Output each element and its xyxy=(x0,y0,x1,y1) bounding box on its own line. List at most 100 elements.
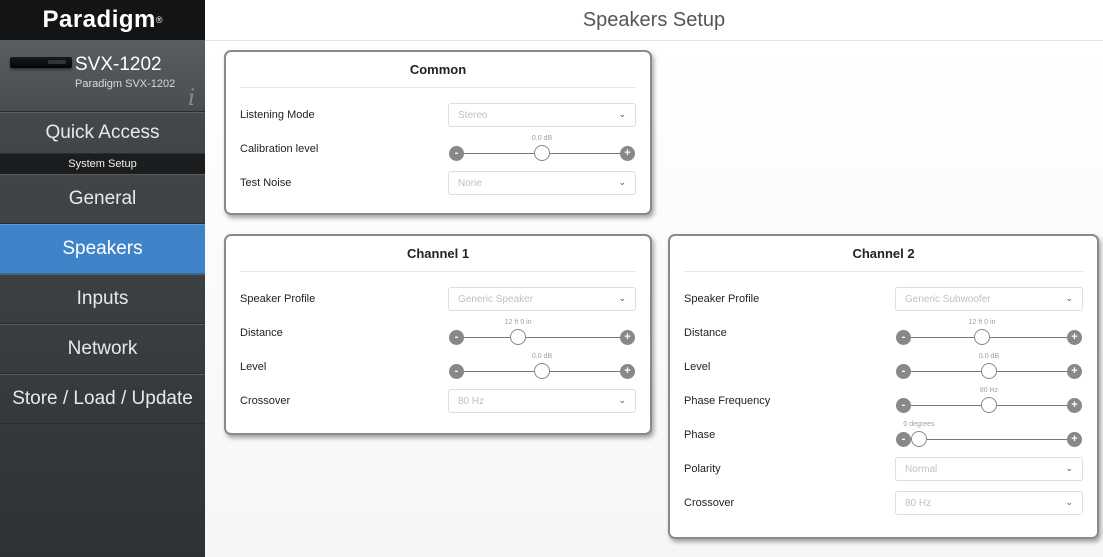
decrease-button[interactable]: - xyxy=(449,146,464,161)
slider-value: 12 ft 0 in xyxy=(504,319,532,326)
label-speaker-profile: Speaker Profile xyxy=(684,293,760,305)
slider-knob[interactable] xyxy=(911,431,927,447)
increase-button[interactable]: + xyxy=(1067,364,1082,379)
listening-mode-value: Stereo xyxy=(458,109,488,121)
slider-value: 12 ft 0 in xyxy=(968,319,996,326)
slider-value: 80 Hz xyxy=(979,387,999,394)
slider-value: 0.0 dB xyxy=(531,353,553,360)
device-subtitle: Paradigm SVX-1202 xyxy=(75,78,176,90)
main-area: Speakers Setup Common Listening Mode Ste… xyxy=(205,0,1103,557)
label-speaker-profile: Speaker Profile xyxy=(240,293,316,305)
label-test-noise: Test Noise xyxy=(240,177,292,189)
speaker-profile-value: Generic Subwoofer xyxy=(905,293,991,305)
slider-value: 0.0 dB xyxy=(531,135,553,142)
info-icon[interactable]: i xyxy=(188,86,195,111)
row-calibration-level: Calibration level 0.0 dB - + xyxy=(240,132,636,166)
slider-knob[interactable] xyxy=(510,329,527,345)
chevron-down-icon: ⌄ xyxy=(1065,463,1073,473)
channel1-panel: Channel 1 Speaker Profile Generic Speake… xyxy=(224,234,652,435)
speaker-profile-value: Generic Speaker xyxy=(458,293,534,305)
slider-knob[interactable] xyxy=(534,145,550,161)
test-noise-value: None xyxy=(458,177,482,189)
page-header: Speakers Setup xyxy=(205,0,1103,41)
registered-mark: ® xyxy=(155,15,163,25)
crossover-value: 80 Hz xyxy=(905,497,932,509)
increase-button[interactable]: + xyxy=(1067,398,1082,413)
nav-general[interactable]: General xyxy=(0,174,205,224)
label-polarity: Polarity xyxy=(684,463,721,475)
chevron-down-icon: ⌄ xyxy=(618,109,626,119)
decrease-button[interactable]: - xyxy=(896,330,911,345)
row-speaker-profile: Speaker Profile Generic Speaker ⌄ xyxy=(240,282,636,316)
nav-speakers[interactable]: Speakers xyxy=(0,224,205,274)
chevron-down-icon: ⌄ xyxy=(1065,497,1073,507)
device-model: SVX-1202 xyxy=(75,54,162,75)
slider-value: 0.0 dB xyxy=(978,353,1000,360)
test-noise-select[interactable]: None ⌄ xyxy=(448,171,636,195)
slider-track xyxy=(903,439,1075,440)
label-distance: Distance xyxy=(684,327,727,339)
increase-button[interactable]: + xyxy=(620,364,635,379)
label-level: Level xyxy=(684,361,711,373)
decrease-button[interactable]: - xyxy=(896,364,911,379)
row-crossover: Crossover 80 Hz ⌄ xyxy=(240,384,636,418)
increase-button[interactable]: + xyxy=(620,146,635,161)
row-distance: Distance 12 ft 0 in - + xyxy=(684,316,1083,350)
row-polarity: Polarity Normal ⌄ xyxy=(684,452,1083,486)
section-system-setup: System Setup xyxy=(0,154,205,174)
device-header[interactable]: SVX-1202 Paradigm SVX-1202 i xyxy=(0,40,205,112)
slider-knob[interactable] xyxy=(981,363,997,379)
panel-title-channel2: Channel 2 xyxy=(684,236,1083,272)
common-panel: Common Listening Mode Stereo ⌄ Calibrati… xyxy=(224,50,652,215)
chevron-down-icon: ⌄ xyxy=(618,293,626,303)
nav-inputs[interactable]: Inputs xyxy=(0,274,205,324)
brand-name: Paradigm xyxy=(42,6,156,33)
slider-knob[interactable] xyxy=(981,397,997,413)
speaker-profile-select[interactable]: Generic Speaker ⌄ xyxy=(448,287,636,311)
nav-network[interactable]: Network xyxy=(0,324,205,374)
slider-track xyxy=(456,337,628,338)
sidebar: Paradigm ® SVX-1202 Paradigm SVX-1202 i Q… xyxy=(0,0,205,557)
label-distance: Distance xyxy=(240,327,283,339)
chevron-down-icon: ⌄ xyxy=(1065,293,1073,303)
label-crossover: Crossover xyxy=(684,497,735,509)
speaker-profile-select[interactable]: Generic Subwoofer ⌄ xyxy=(895,287,1083,311)
nav-quick-access[interactable]: Quick Access xyxy=(0,112,205,154)
increase-button[interactable]: + xyxy=(1067,330,1082,345)
level-slider[interactable]: 0.0 dB - + xyxy=(895,350,1083,384)
panel-title-channel1: Channel 1 xyxy=(240,236,636,272)
label-crossover: Crossover xyxy=(240,395,291,407)
row-level: Level 0.0 dB - + xyxy=(684,350,1083,384)
polarity-select[interactable]: Normal ⌄ xyxy=(895,457,1083,481)
brand-logo: Paradigm ® xyxy=(0,0,205,40)
slider-knob[interactable] xyxy=(534,363,550,379)
crossover-value: 80 Hz xyxy=(458,395,485,407)
label-calibration-level: Calibration level xyxy=(240,143,319,155)
distance-slider[interactable]: 12 ft 0 in - + xyxy=(448,316,636,350)
page-title: Speakers Setup xyxy=(582,8,726,31)
label-phase: Phase xyxy=(684,429,716,441)
label-listening-mode: Listening Mode xyxy=(240,109,315,121)
phase-slider[interactable]: 0 degrees - + xyxy=(895,418,1083,452)
distance-slider[interactable]: 12 ft 0 in - + xyxy=(895,316,1083,350)
increase-button[interactable]: + xyxy=(620,330,635,345)
nav-store-load-update[interactable]: Store / Load / Update xyxy=(0,374,205,424)
row-test-noise: Test Noise None ⌄ xyxy=(240,166,636,200)
slider-knob[interactable] xyxy=(974,329,990,345)
increase-button[interactable]: + xyxy=(1067,432,1082,447)
decrease-button[interactable]: - xyxy=(449,330,464,345)
crossover-select[interactable]: 80 Hz ⌄ xyxy=(448,389,636,413)
crossover-select[interactable]: 80 Hz ⌄ xyxy=(895,491,1083,515)
row-phase-frequency: Phase Frequency 80 Hz - + xyxy=(684,384,1083,418)
listening-mode-select[interactable]: Stereo ⌄ xyxy=(448,103,636,127)
row-phase: Phase 0 degrees - + xyxy=(684,418,1083,452)
decrease-button[interactable]: - xyxy=(896,398,911,413)
level-slider[interactable]: 0.0 dB - + xyxy=(448,350,636,384)
phase-frequency-slider[interactable]: 80 Hz - + xyxy=(895,384,1083,418)
chevron-down-icon: ⌄ xyxy=(618,395,626,405)
polarity-value: Normal xyxy=(905,463,938,475)
calibration-level-slider[interactable]: 0.0 dB - + xyxy=(448,132,636,166)
row-level: Level 0.0 dB - + xyxy=(240,350,636,384)
decrease-button[interactable]: - xyxy=(449,364,464,379)
decrease-button[interactable]: - xyxy=(896,432,911,447)
